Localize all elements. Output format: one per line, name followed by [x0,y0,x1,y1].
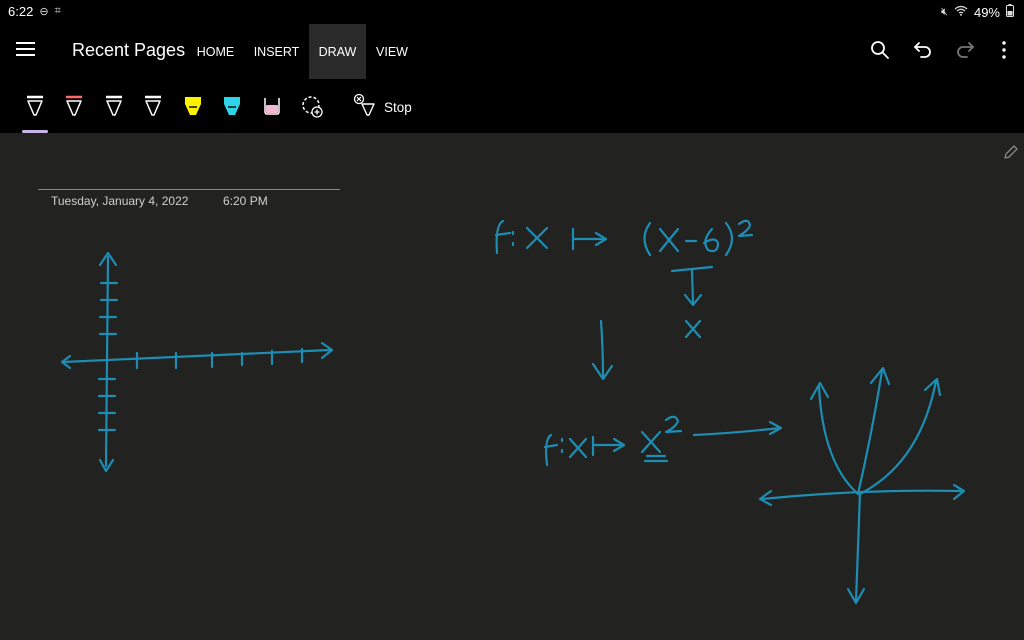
status-time: 6:22 [8,4,34,19]
pen-white-3-icon[interactable] [141,94,165,120]
lasso-select-icon[interactable] [300,94,324,120]
equation-top [494,219,754,339]
stop-label: Stop [384,100,412,115]
stop-button[interactable]: Stop [352,93,412,122]
tab-draw[interactable]: DRAW [309,24,366,79]
dnd-icon: ⊖ [39,6,49,18]
status-bar: 6:22 ⊖ ⌗ 🔇︎ 49% [0,0,1024,24]
pen-red-icon[interactable] [62,94,86,120]
stop-ink-icon [352,93,376,122]
tab-view[interactable]: VIEW [370,24,414,79]
equation-bottom [543,415,783,467]
pen-white-2-icon[interactable] [102,94,126,120]
tab-home[interactable]: HOME [190,24,241,79]
note-canvas[interactable]: Tuesday, January 4, 2022 6:20 PM [0,133,1024,640]
tab-insert[interactable]: INSERT [248,24,305,79]
screenshot-icon: ⌗ [54,5,61,17]
handwritten-ink [60,219,966,605]
search-icon[interactable] [868,38,892,62]
highlighter-pink-icon[interactable] [260,94,284,120]
battery-icon [1006,4,1014,20]
page-title: Recent Pages [72,40,186,60]
more-options-icon[interactable] [992,38,1016,62]
app-toolbar: Recent Pages HOME INSERT DRAW VIEW [0,24,1024,79]
draw-ribbon: Stop [0,79,1024,133]
down-arrow-ink [591,319,614,381]
pen-white-icon[interactable] [23,94,47,120]
wifi-icon [954,5,968,19]
highlighter-cyan-icon[interactable] [220,94,244,120]
redo-icon[interactable] [953,38,977,62]
mute-icon: 🔇︎ [941,5,948,18]
undo-icon[interactable] [911,38,935,62]
highlighter-yellow-icon[interactable] [181,94,205,120]
battery-percent: 49% [973,4,1000,20]
left-axes-sketch [60,251,334,473]
parabola-sketch [758,366,966,605]
menu-icon[interactable] [16,42,35,56]
